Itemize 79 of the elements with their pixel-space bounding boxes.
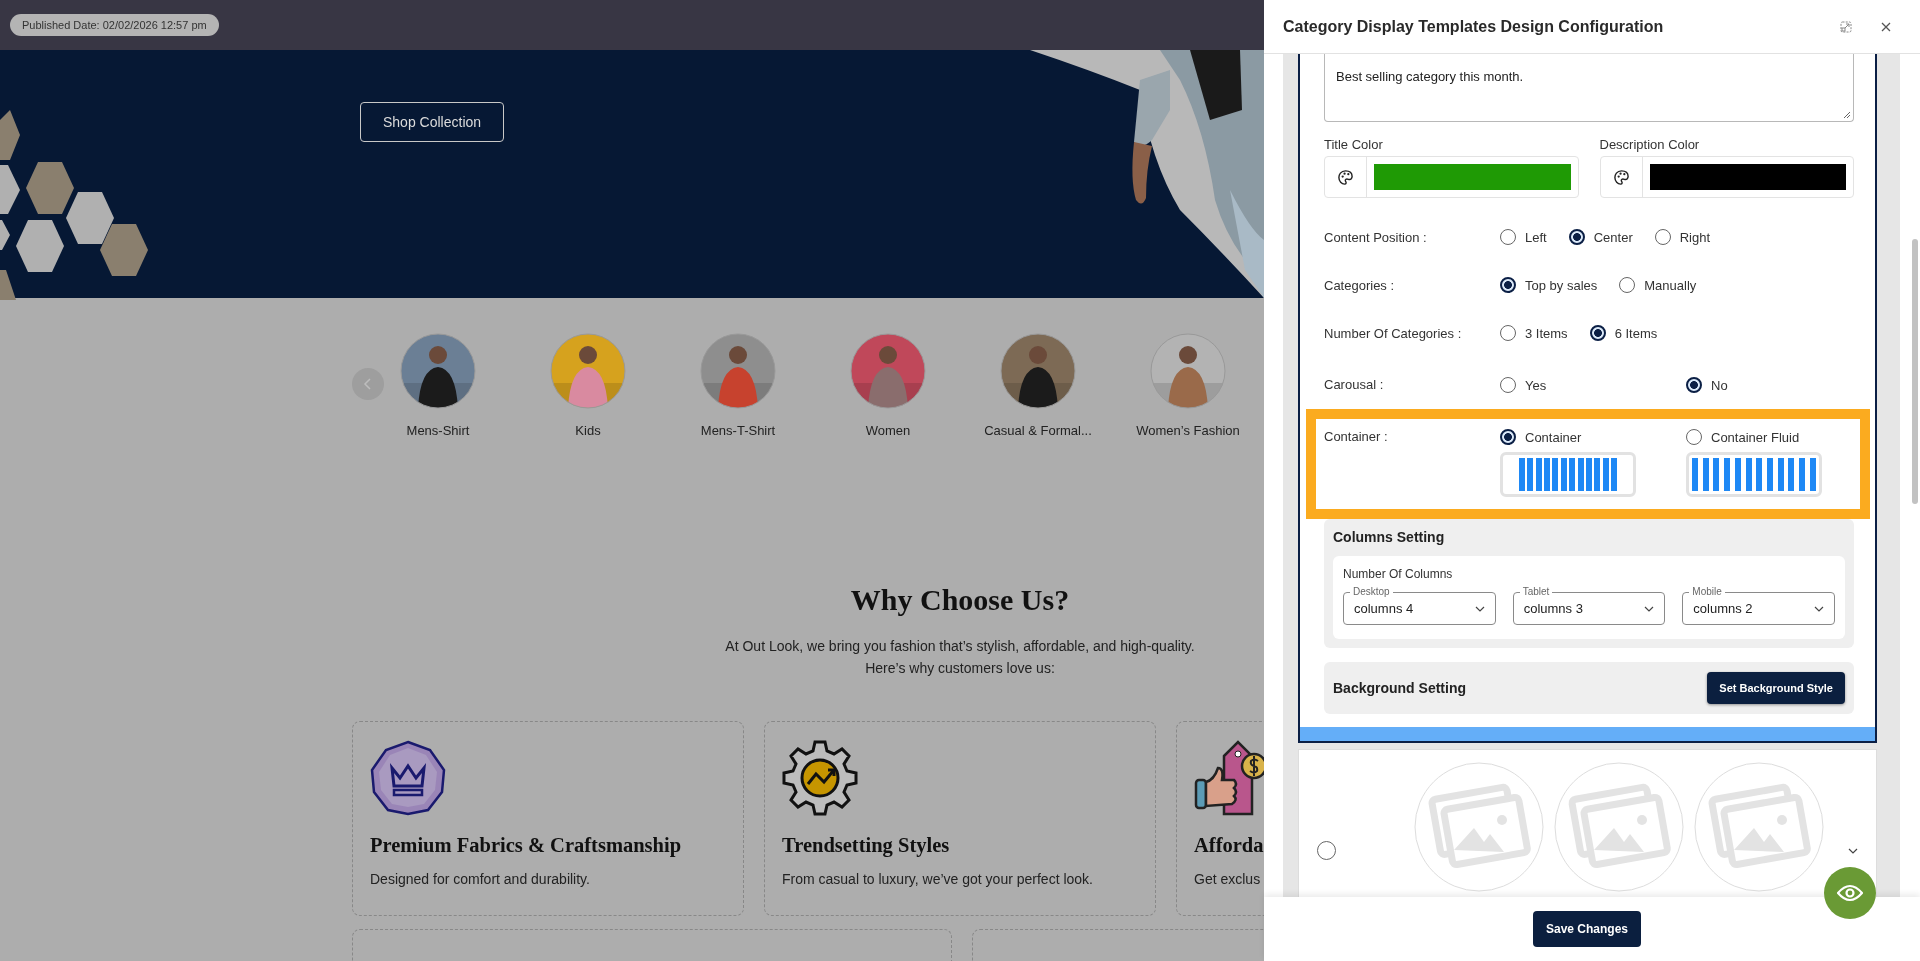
feature-title: Premium Fabrics & Craftsmanship — [370, 834, 683, 857]
intro-paragraph: At Out Look, we bring you fashion that’s stylish, affordable, and high-quality. Here’s why customers love us: — [724, 637, 1196, 678]
palette-icon — [1612, 168, 1630, 186]
save-changes-button[interactable]: Save Changes — [1532, 911, 1641, 947]
select-value: columns 4 — [1354, 601, 1414, 616]
close-icon[interactable] — [1880, 20, 1892, 33]
eye-icon — [1837, 884, 1863, 902]
feature-description: Get exclus — [1194, 871, 1262, 887]
crown-badge-icon — [370, 740, 446, 816]
feature-title: Afforda — [1194, 834, 1264, 857]
chevron-down-icon — [1644, 605, 1655, 612]
radio-button[interactable] — [1619, 277, 1636, 293]
scrollbar-thumb[interactable] — [1912, 239, 1918, 504]
radio-button[interactable] — [1500, 277, 1516, 293]
category-item[interactable]: Kids — [513, 333, 663, 438]
option-label: Container : — [1324, 429, 1389, 444]
option-label: Content Position : — [1324, 229, 1428, 245]
field-label: Number Of Columns — [1343, 567, 1454, 581]
shop-collection-button[interactable]: Shop Collection — [360, 102, 505, 142]
field-label: Title Color — [1324, 137, 1384, 152]
section-title: Why Choose Us? — [849, 583, 1071, 617]
option-text: Manually — [1644, 277, 1697, 293]
category-item[interactable]: Women’s Fashion — [1113, 333, 1263, 438]
chevron-down-icon — [1814, 605, 1824, 612]
published-date-badge: Published Date: 02/02/2026 12:57 pm — [10, 14, 219, 36]
panel-title: Category Display Templates Design Configuration — [1283, 17, 1665, 36]
category-item[interactable]: Mens-T-Shirt — [663, 333, 813, 438]
radio-button[interactable] — [1500, 377, 1516, 393]
category-item[interactable]: Mens-Shirt — [363, 333, 513, 438]
floating-label: Mobile — [1689, 586, 1725, 598]
option-text: Container Fluid — [1711, 429, 1800, 445]
option-text: 6 Items — [1614, 325, 1658, 341]
section-title: Columns Setting — [1333, 529, 1446, 545]
description-field[interactable]: Best selling category this month. — [1324, 54, 1854, 122]
radio-button[interactable] — [1500, 325, 1516, 341]
radio-button[interactable] — [1500, 229, 1516, 245]
resize-handle-icon[interactable] — [1843, 111, 1851, 119]
expand-icon[interactable] — [1840, 20, 1852, 33]
select-value: columns 2 — [1693, 601, 1753, 616]
option-text: Center — [1593, 229, 1633, 245]
fluid-layout-preview[interactable] — [1686, 452, 1822, 497]
radio-button[interactable] — [1317, 841, 1336, 860]
section-title: Background Setting — [1333, 680, 1466, 696]
image-placeholder-icon — [1554, 762, 1684, 892]
option-text: 3 Items — [1525, 325, 1568, 341]
field-label: Description Color — [1599, 137, 1701, 152]
option-text: Right — [1679, 229, 1711, 245]
color-field[interactable] — [1599, 156, 1854, 198]
floating-label: Desktop — [1350, 586, 1393, 598]
category-item[interactable]: Casual & Formal... — [963, 333, 1113, 438]
radio-button[interactable] — [1654, 229, 1671, 245]
option-text: Left — [1525, 229, 1547, 245]
radio-button[interactable] — [1589, 325, 1606, 341]
radio-button[interactable] — [1500, 429, 1516, 445]
option-label: Categories : — [1324, 277, 1396, 293]
set-background-style-button[interactable]: Set Background Style — [1707, 672, 1845, 704]
feature-description: From casual to luxury, we’ve got your perfect look. — [782, 871, 1094, 887]
palette-icon — [1337, 168, 1354, 186]
image-placeholder-icon — [1414, 762, 1544, 892]
select-value: columns 3 — [1523, 601, 1583, 616]
option-text: No — [1711, 377, 1728, 393]
radio-button[interactable] — [1686, 377, 1702, 393]
radio-button[interactable] — [1686, 429, 1702, 445]
option-text: Top by sales — [1525, 277, 1598, 293]
floating-label: Tablet — [1519, 586, 1553, 598]
color-field[interactable] — [1324, 156, 1579, 198]
gear-chart-icon — [782, 740, 858, 816]
option-label: Number Of Categories : — [1324, 325, 1463, 341]
option-label: Carousal : — [1324, 377, 1385, 392]
category-item[interactable]: Women — [813, 333, 963, 438]
feature-title: Trendsetting Styles — [782, 834, 951, 857]
image-placeholder-icon — [1694, 762, 1824, 892]
chevron-down-icon[interactable] — [1848, 848, 1858, 854]
radio-button[interactable] — [1568, 229, 1585, 245]
container-layout-preview[interactable] — [1500, 452, 1636, 497]
feature-description: Designed for comfort and durability. — [370, 871, 591, 887]
chevron-down-icon — [1474, 605, 1485, 612]
option-text: Yes — [1525, 377, 1547, 393]
option-text: Container — [1525, 429, 1582, 445]
